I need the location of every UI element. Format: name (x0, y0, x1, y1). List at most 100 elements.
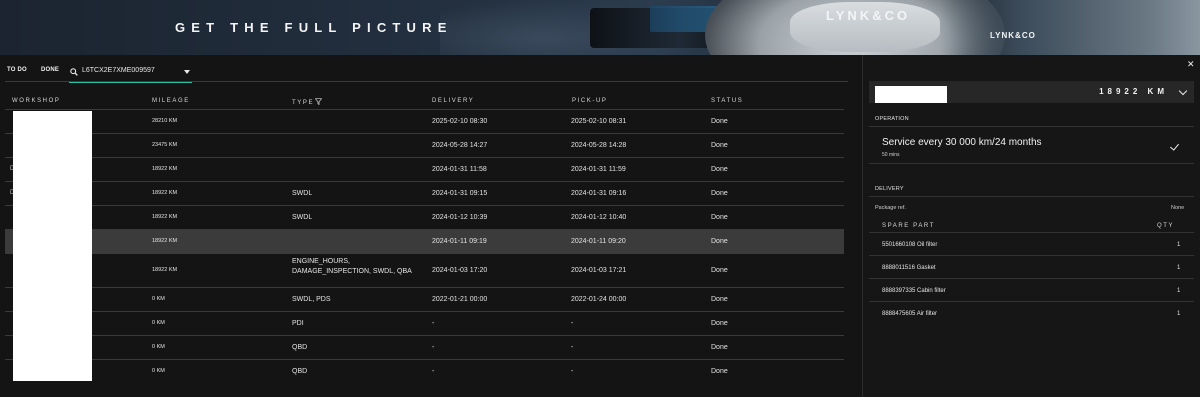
table-row[interactable]: 23475 KM 2024-05-28 14:27 2024-05-28 14:28… (5, 133, 844, 157)
mileage-cell: 0 KM (152, 368, 165, 374)
status-cell: Done (711, 344, 728, 351)
status-cell: Done (711, 320, 728, 327)
qty-header: QTY (1157, 223, 1175, 229)
delivery-cell: 2024-01-03 17:20 (432, 267, 488, 274)
pickup-cell: 2024-01-31 09:16 (571, 190, 627, 197)
spare-part-qty: 1 (1177, 288, 1181, 294)
type-cell: SWDL, PDS (292, 296, 331, 303)
spare-part-row: 8888011516 Gasket 1 (869, 255, 1194, 277)
tab-todo[interactable]: TO DO (7, 67, 27, 73)
table-row[interactable]: 0 KM QBD - - Done (5, 335, 844, 359)
table-row[interactable]: 18922 KM SWDL 2024-01-12 10:39 2024-01-12 1… (5, 205, 844, 229)
pickup-cell: - (571, 344, 574, 351)
delivery-cell: - (432, 320, 435, 327)
status-cell: Done (711, 368, 728, 375)
spare-part-name: 8888475605 Air filter (882, 311, 938, 317)
status-cell: Done (711, 238, 728, 245)
spare-part-name: 8888011516 Gasket (882, 265, 936, 271)
type-cell: SWDL (292, 190, 313, 197)
table-row[interactable]: D18922 KM2024-01-31 11:582024-01-31 11:5… (5, 157, 844, 181)
spare-part-row: 8888475605 Air filter 1 (869, 301, 1194, 323)
chevron-down-icon[interactable] (1178, 86, 1188, 96)
header-workshop: WORKSHOP (12, 98, 61, 104)
type-cell: PDI (292, 320, 304, 327)
operation-title: Service every 30 000 km/24 months (882, 137, 1042, 148)
pickup-cell: 2022-01-24 00:00 (571, 296, 627, 303)
delivery-cell: - (432, 368, 435, 375)
type-cell: ENGINE_HOURS, DAMAGE_INSPECTION, SWDL, Q… (292, 258, 412, 275)
mileage-cell: 0 KM (152, 344, 165, 350)
header-type[interactable]: TYPE (292, 98, 323, 106)
delivery-label: DELIVERY (875, 186, 904, 192)
check-icon (1170, 141, 1179, 151)
type-cell: SWDL (292, 214, 313, 221)
status-cell: Done (711, 267, 728, 274)
spare-part-header: SPARE PART (882, 223, 936, 229)
pickup-cell: - (571, 320, 574, 327)
pickup-cell: - (571, 368, 574, 375)
type-cell: QBD (292, 368, 308, 375)
operation-label: OPERATION (875, 116, 909, 122)
brand-logo-small: LYNK&CO (990, 31, 1036, 40)
table-row[interactable]: 18922 KM 2024-01-11 09:19 2024-01-11 09:20… (5, 229, 844, 253)
spare-part-name: 8888397335 Cabin filter (882, 288, 946, 294)
status-cell: Done (711, 118, 728, 125)
close-icon[interactable]: ✕ (1187, 59, 1195, 70)
table-header: WORKSHOP MILEAGE TYPE DELIVERY PICK-UP S… (0, 95, 862, 109)
service-history-panel: TO DO DONE L6TCX2E7XME009597 WORKSHOP MI… (0, 55, 862, 397)
mileage-cell: 18922 KM (152, 190, 178, 196)
mileage-cell: 28210 KM (152, 118, 178, 124)
divider (869, 126, 1194, 127)
chevron-down-icon[interactable] (184, 70, 190, 74)
mileage-cell: 18922 KM (152, 238, 178, 244)
delivery-cell: 2024-05-28 14:27 (432, 142, 488, 149)
mileage-cell: 0 KM (152, 320, 165, 326)
banner-right-fade (940, 0, 1200, 55)
table-row[interactable]: 0 KM SWDL, PDS 2022-01-21 00:00 2022-01-24 … (5, 287, 844, 311)
delivery-cell: 2025-02-10 08:30 (432, 118, 488, 125)
mileage-cell: 0 KM (152, 296, 165, 302)
spare-part-row: 8888397335 Cabin filter 1 (869, 278, 1194, 300)
pickup-cell: 2025-02-10 08:31 (571, 118, 627, 125)
spare-part-qty: 1 (1177, 265, 1181, 271)
delivery-cell: 2024-01-31 09:15 (432, 190, 488, 197)
visit-detail-panel: ✕ 18922 KM OPERATION Service every 30 00… (862, 55, 1200, 397)
search-icon (70, 68, 78, 76)
visit-mileage: 18922 KM (1099, 87, 1168, 96)
vin-search-dropdown[interactable]: L6TCX2E7XME009597 (69, 63, 192, 83)
table-row[interactable]: 0 KM QBD - - Done (5, 359, 844, 383)
delivery-cell: 2024-01-11 09:19 (432, 238, 487, 245)
status-cell: Done (711, 166, 728, 173)
status-cell: Done (711, 296, 728, 303)
spare-part-qty: 1 (1177, 311, 1181, 317)
mileage-cell: 18922 KM (152, 166, 178, 172)
pickup-cell: 2024-05-28 14:28 (571, 142, 627, 149)
tab-done[interactable]: DONE (41, 67, 59, 73)
divider (869, 196, 1194, 197)
spare-part-qty: 1 (1177, 242, 1181, 248)
table-row[interactable]: 0 KM PDI - - Done (5, 311, 844, 335)
vin-search-value: L6TCX2E7XME009597 (82, 67, 155, 74)
mileage-cell: 18922 KM (152, 267, 178, 273)
header-status: STATUS (711, 98, 744, 104)
header-mileage: MILEAGE (152, 98, 190, 104)
package-ref-value: None (1171, 205, 1185, 211)
pickup-cell: 2024-01-12 10:40 (571, 214, 627, 221)
pickup-cell: 2024-01-03 17:21 (571, 267, 627, 274)
pickup-cell: 2024-01-31 11:59 (571, 166, 626, 173)
hero-banner: LYNK&CO LYNK&CO GET THE FULL PICTURE (0, 0, 1200, 55)
table-row[interactable]: 28210 KM 2025-02-10 08:30 2025-02-10 08:31… (5, 109, 844, 133)
delivery-cell: 2024-01-31 11:58 (432, 166, 487, 173)
table-row[interactable]: D18922 KMSWDL2024-01-31 09:152024-01-31 … (5, 181, 844, 205)
table-row[interactable]: 18922 KM ENGINE_HOURS, DAMAGE_INSPECTION,… (5, 253, 844, 287)
filter-icon[interactable] (315, 98, 323, 105)
divider (5, 81, 848, 82)
status-cell: Done (711, 190, 728, 197)
spare-part-row: 5501660108 Oil filter 1 (869, 232, 1194, 254)
brand-logo: LYNK&CO (826, 8, 911, 23)
redacted-block (875, 86, 947, 103)
mileage-cell: 18922 KM (152, 214, 178, 220)
mileage-cell: 23475 KM (152, 142, 178, 148)
header-delivery: DELIVERY (432, 98, 475, 104)
spare-part-name: 5501660108 Oil filter (882, 242, 938, 248)
